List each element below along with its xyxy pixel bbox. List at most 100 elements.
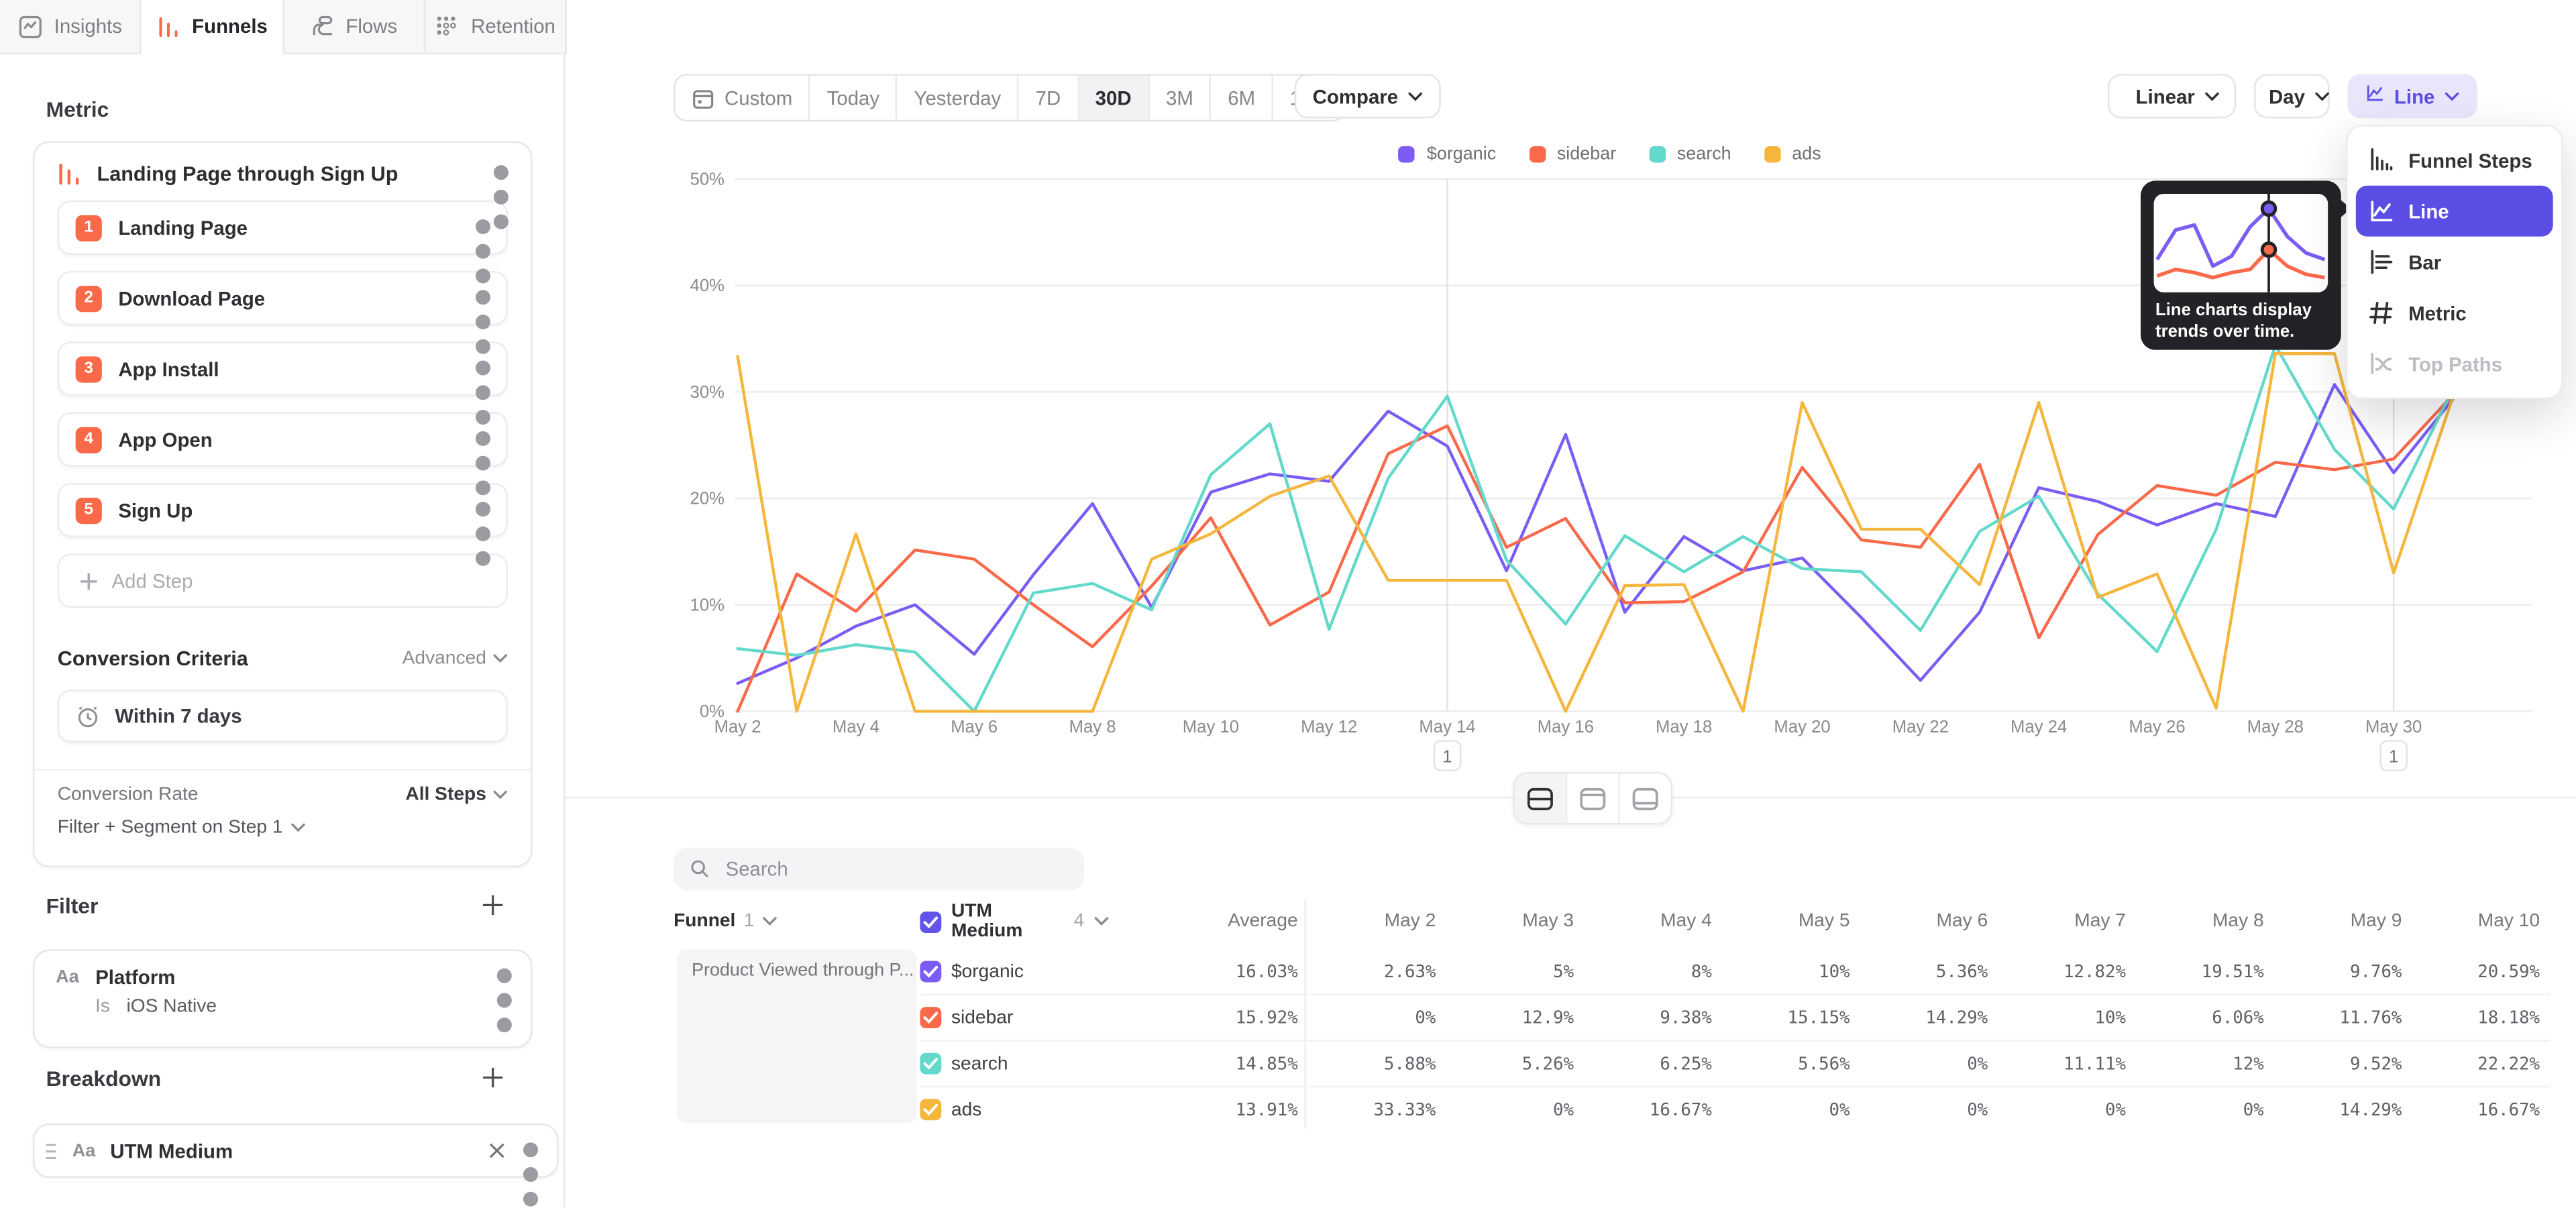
select-all-checkbox[interactable] [920, 911, 941, 932]
remove-breakdown-icon[interactable] [488, 1142, 506, 1160]
svg-text:40%: 40% [690, 276, 724, 295]
table-row-search[interactable]: search14.85%5.88%5.26%6.25%5.56%0%11.11%… [920, 1040, 2549, 1086]
date-column-header[interactable]: May 2 [1298, 912, 1436, 931]
filter-segment-dropdown[interactable]: Filter + Segment on Step 1 [58, 818, 508, 838]
series-checkbox[interactable] [920, 961, 941, 983]
chart-only-toggle[interactable] [1567, 773, 1619, 822]
kebab-menu-icon[interactable] [473, 358, 492, 380]
conversion-window-button[interactable]: Within 7 days [58, 690, 508, 743]
kebab-menu-icon[interactable] [521, 1139, 540, 1162]
bar-chart-icon [2369, 250, 2394, 274]
svg-text:May 26: May 26 [2129, 718, 2185, 736]
range-yesterday[interactable]: Yesterday [898, 76, 1019, 120]
filter-card[interactable]: Aa Platform Is iOS Native [33, 950, 532, 1048]
date-column-header[interactable]: May 4 [1574, 912, 1712, 931]
kebab-menu-icon[interactable] [473, 498, 492, 521]
date-column-header[interactable]: May 5 [1712, 912, 1850, 931]
series-checkbox[interactable] [920, 1099, 941, 1120]
annotation-marker[interactable]: 1 [1434, 740, 1460, 770]
conversion-criteria-heading: Conversion Criteria [58, 647, 402, 670]
breakdown-column-header[interactable]: UTM Medium 4 [920, 901, 1109, 941]
range-30d[interactable]: 30D [1079, 76, 1149, 120]
date-column-header[interactable]: May 6 [1850, 912, 1988, 931]
menu-item-label: Bar [2408, 250, 2441, 273]
menu-item-bar[interactable]: Bar [2356, 237, 2553, 288]
date-column-header[interactable]: May 9 [2264, 912, 2402, 931]
average-value: 13.91% [1109, 1100, 1298, 1119]
date-column-header[interactable]: May 7 [1988, 912, 2126, 931]
series-checkbox[interactable] [920, 1053, 941, 1075]
granularity-dropdown-button[interactable]: Day [2254, 74, 2330, 118]
svg-text:May 6: May 6 [951, 718, 998, 736]
svg-text:May 22: May 22 [1892, 718, 1949, 736]
cell-value: 5.88% [1298, 1054, 1436, 1073]
add-step-label: Add Step [112, 569, 193, 592]
add-breakdown-button[interactable] [482, 1066, 504, 1089]
compare-button[interactable]: Compare [1295, 74, 1441, 118]
table-row-ads[interactable]: ads13.91%33.33%0%16.67%0%0%0%0%14.29%16.… [920, 1086, 2549, 1132]
funnel-step-3[interactable]: 3 App Install [58, 341, 508, 396]
table-row-organic[interactable]: $organic16.03%2.63%5%8%10%5.36%12.82%19.… [920, 950, 2549, 994]
annotation-marker[interactable]: 1 [2381, 740, 2407, 770]
funnel-step-5[interactable]: 5 Sign Up [58, 483, 508, 537]
string-property-icon: Aa [72, 1141, 95, 1160]
funnel-name-cell[interactable]: Product Viewed through P... [677, 950, 917, 1124]
metric-icon [2369, 300, 2394, 325]
tab-retention[interactable]: Retention [425, 0, 567, 52]
scale-dropdown-button[interactable]: Linear [2108, 74, 2236, 118]
legend-item-organic[interactable]: $organic [1399, 145, 1496, 164]
tab-funnels[interactable]: Funnels [142, 0, 283, 54]
menu-item-line[interactable]: Line [2356, 186, 2553, 237]
kebab-menu-icon[interactable] [491, 162, 511, 185]
report-tabbar: Insights Funnels Flows Retention [0, 0, 567, 54]
cell-value: 22.22% [2402, 1054, 2540, 1073]
tab-flows[interactable]: Flows [283, 0, 425, 52]
add-filter-button[interactable] [482, 893, 504, 916]
chart-type-label: Line [2394, 85, 2434, 107]
date-column-header[interactable]: May 10 [2402, 912, 2540, 931]
legend-label: $organic [1427, 145, 1496, 164]
step-label: Sign Up [118, 498, 456, 521]
legend-item-ads[interactable]: ads [1764, 145, 1821, 164]
series-checkbox[interactable] [920, 1007, 941, 1028]
date-column-header[interactable]: May 3 [1436, 912, 1574, 931]
range-3m[interactable]: 3M [1149, 76, 1211, 120]
search-input[interactable] [722, 856, 1068, 882]
conversion-rate-dropdown[interactable]: All Steps [405, 785, 507, 805]
cell-value: 16.67% [2402, 1100, 2540, 1119]
menu-item-top-paths[interactable]: Top Paths [2356, 338, 2553, 389]
range-today[interactable]: Today [810, 76, 898, 120]
table-only-toggle[interactable] [1620, 773, 1671, 822]
drag-handle-icon[interactable] [44, 1142, 58, 1158]
cell-value: 14.29% [1850, 1007, 1988, 1027]
range-custom[interactable]: Custom [676, 76, 811, 120]
kebab-menu-icon[interactable] [473, 286, 492, 309]
range-6m[interactable]: 6M [1212, 76, 1273, 120]
chart-type-dropdown-button[interactable]: Line [2348, 74, 2477, 118]
tab-label: Flows [345, 15, 397, 38]
add-step-button[interactable]: Add Step [58, 553, 508, 608]
funnel-step-4[interactable]: 4 App Open [58, 413, 508, 467]
table-row-sidebar[interactable]: sidebar15.92%0%12.9%9.38%15.15%14.29%10%… [920, 994, 2549, 1040]
menu-item-funnel-steps[interactable]: Funnel Steps [2356, 135, 2553, 186]
kebab-menu-icon[interactable] [494, 966, 514, 989]
date-column-header[interactable]: May 8 [2126, 912, 2264, 931]
range-label: 6M [1228, 87, 1255, 109]
filter-value[interactable]: iOS Native [126, 997, 217, 1017]
kebab-menu-icon[interactable] [473, 216, 492, 239]
funnel-step-1[interactable]: 1 Landing Page [58, 201, 508, 255]
range-7d[interactable]: 7D [1019, 76, 1079, 120]
split-view-toggle[interactable] [1515, 773, 1567, 822]
string-property-icon: Aa [56, 967, 78, 987]
funnel-step-2[interactable]: 2 Download Page [58, 271, 508, 325]
breakdown-card[interactable]: Aa UTM Medium [33, 1123, 559, 1178]
kebab-menu-icon[interactable] [473, 428, 492, 451]
tab-insights[interactable]: Insights [0, 0, 142, 52]
legend-item-search[interactable]: search [1649, 145, 1731, 164]
metric-heading: Metric [46, 97, 109, 121]
funnel-column-header[interactable]: Funnel 1 [674, 912, 920, 931]
average-column-header[interactable]: Average [1109, 912, 1298, 931]
legend-item-sidebar[interactable]: sidebar [1529, 145, 1616, 164]
menu-item-metric[interactable]: Metric [2356, 288, 2553, 339]
advanced-dropdown[interactable]: Advanced [402, 649, 508, 668]
